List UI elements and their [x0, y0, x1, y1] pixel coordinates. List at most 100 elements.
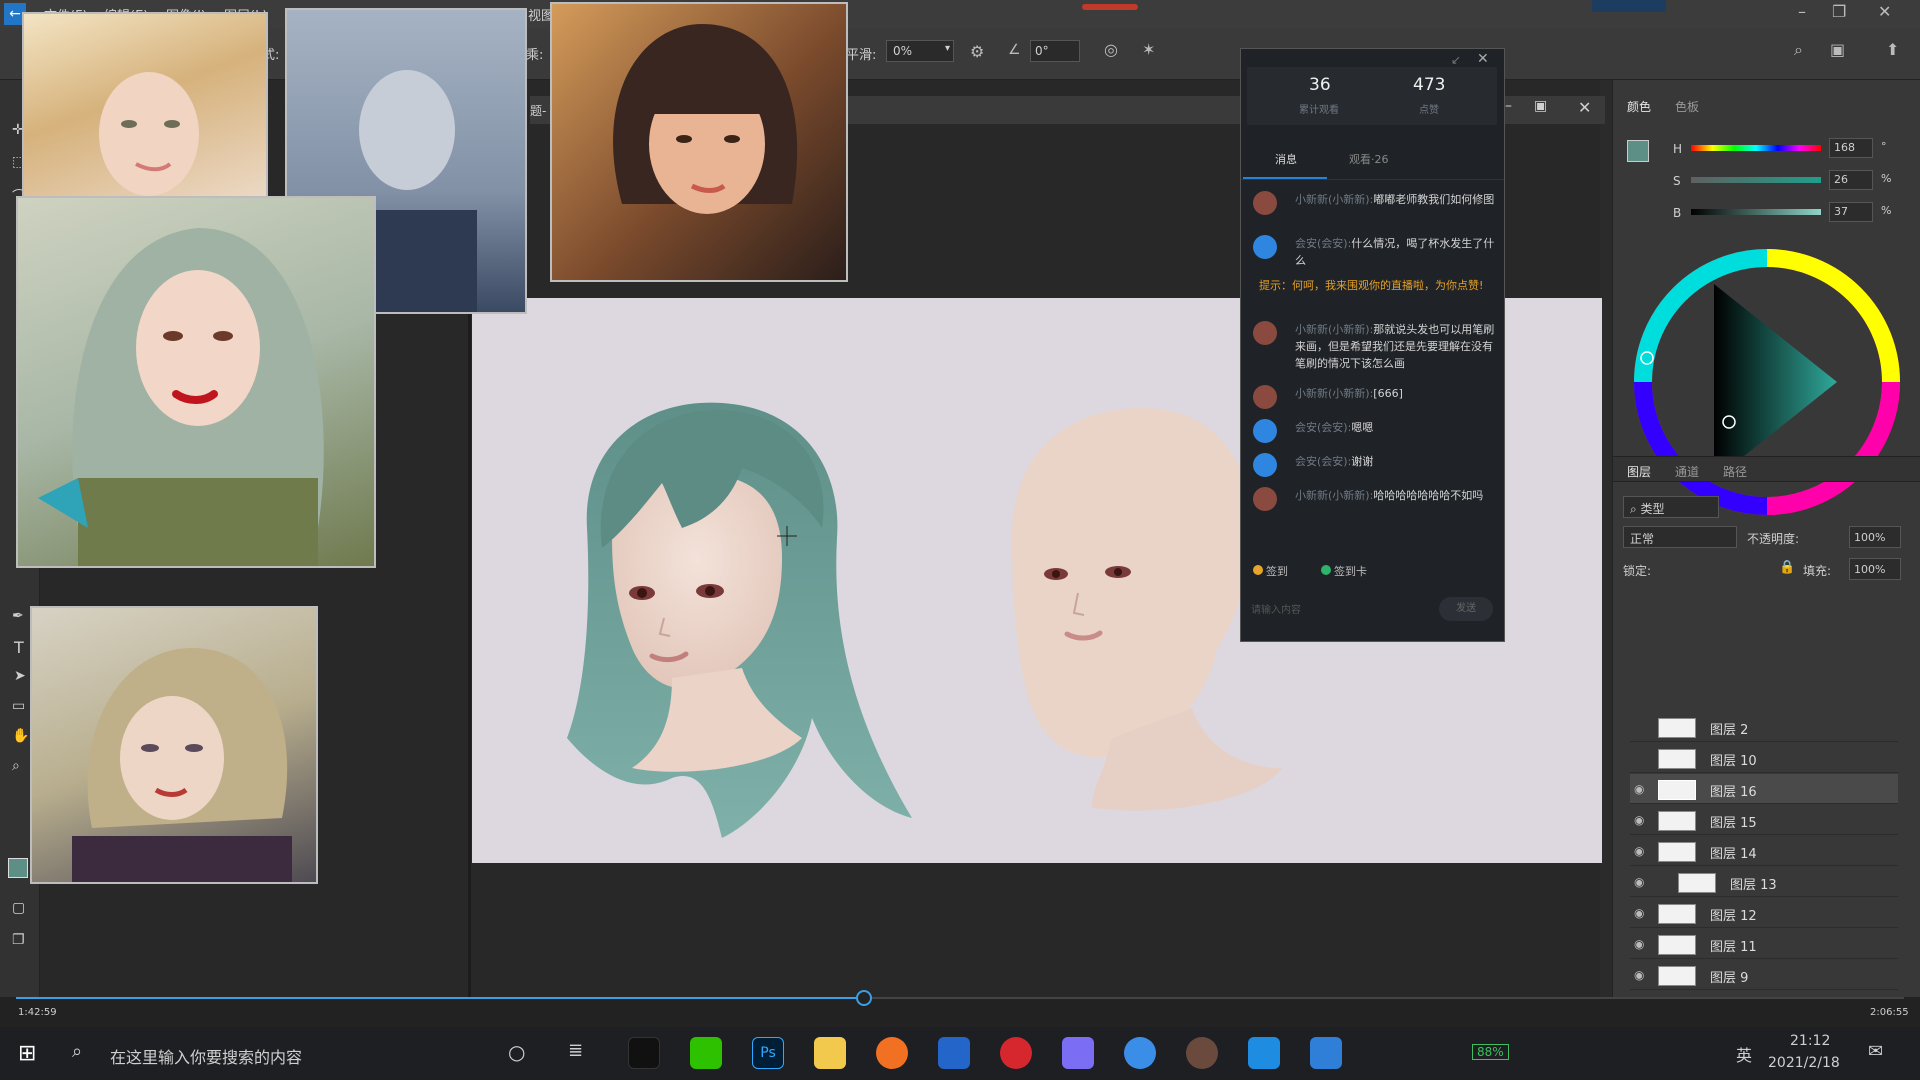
battery-indicator: 88%: [1472, 1044, 1509, 1060]
signin-label: 签到: [1266, 565, 1288, 578]
quickmask-icon[interactable]: ▢: [12, 900, 25, 916]
shape-tool-icon[interactable]: ▭: [12, 698, 25, 714]
qq-app-icon[interactable]: [628, 1037, 660, 1069]
music-app-icon[interactable]: [1000, 1037, 1032, 1069]
stats-box: 36 累计观看 473 点赞: [1247, 67, 1497, 125]
blend-mode-select[interactable]: 正常: [1623, 526, 1737, 548]
chevron-down-icon[interactable]: ▾: [945, 43, 950, 54]
visibility-icon[interactable]: ◉: [1634, 906, 1644, 920]
sender-name: 小新新(小新新):: [1295, 489, 1374, 502]
lock-icon[interactable]: 🔒: [1779, 560, 1795, 575]
notification-icon[interactable]: ✉: [1868, 1041, 1883, 1062]
s-unit: %: [1881, 172, 1892, 185]
tab-channels[interactable]: 通道: [1675, 463, 1699, 480]
pressure-icon[interactable]: ◎: [1104, 40, 1118, 59]
doc-minimize-icon[interactable]: –: [1505, 98, 1512, 114]
sender-name: 会安(会安):: [1295, 455, 1352, 468]
video-app-icon[interactable]: [1248, 1037, 1280, 1069]
reference-photo-ash-blonde-art: [72, 648, 292, 882]
visibility-icon[interactable]: ◉: [1634, 968, 1644, 982]
b-slider[interactable]: [1691, 209, 1821, 215]
search-icon[interactable]: ⌕: [1794, 40, 1803, 60]
message-app-icon[interactable]: [1124, 1037, 1156, 1069]
tab-swatches[interactable]: 色板: [1675, 98, 1699, 115]
visibility-icon[interactable]: ◉: [1634, 844, 1644, 858]
file-explorer-icon[interactable]: [814, 1037, 846, 1069]
windows-start-icon[interactable]: ⊞: [18, 1041, 36, 1066]
zoom-tool-icon[interactable]: ⌕: [12, 758, 20, 774]
reference-photo-blonde[interactable]: [22, 12, 268, 202]
workspace-icon[interactable]: ▣: [1830, 40, 1845, 59]
share-icon[interactable]: ⬆: [1886, 40, 1899, 59]
fg-color-chip[interactable]: [1627, 140, 1649, 162]
symmetry-icon[interactable]: ✶: [1142, 40, 1155, 59]
fill-field[interactable]: 100%: [1849, 558, 1901, 580]
doc-close-icon[interactable]: ✕: [1578, 98, 1591, 117]
layer-row[interactable]: 图层 10: [1630, 743, 1898, 773]
tab-messages[interactable]: 消息: [1275, 151, 1297, 167]
browser-app-icon[interactable]: [876, 1037, 908, 1069]
layer-thumbnail: [1658, 780, 1696, 800]
screen-mode-icon[interactable]: ❐: [12, 932, 25, 948]
signin-button[interactable]: 签到: [1253, 563, 1288, 579]
cortana-icon[interactable]: ○: [508, 1040, 525, 1064]
task-view-icon[interactable]: ≣: [568, 1040, 583, 1061]
office-app-icon[interactable]: [1062, 1037, 1094, 1069]
layer-row[interactable]: ◉ 图层 11: [1630, 929, 1898, 959]
minimize-icon[interactable]: –: [1798, 2, 1806, 21]
opacity-field[interactable]: 100%: [1849, 526, 1901, 548]
s-value-field[interactable]: 26: [1829, 170, 1873, 190]
progress-handle[interactable]: [855, 990, 872, 1006]
ime-indicator[interactable]: 英: [1736, 1042, 1752, 1066]
layer-row[interactable]: ◉ 图层 14: [1630, 836, 1898, 866]
layer-row[interactable]: ◉ 图层 13: [1630, 867, 1898, 897]
path-select-icon[interactable]: ➤: [14, 668, 26, 684]
reference-photo-ash-blonde[interactable]: [30, 606, 318, 884]
s-slider[interactable]: [1691, 177, 1821, 183]
type-tool-icon[interactable]: T: [14, 638, 24, 657]
gear-icon[interactable]: ⚙: [970, 42, 984, 61]
layer-row-selected[interactable]: ◉ 图层 16: [1630, 774, 1898, 804]
tab-layers[interactable]: 图层: [1627, 463, 1651, 480]
tab-paths[interactable]: 路径: [1723, 463, 1747, 480]
layer-row[interactable]: 图层 2: [1630, 712, 1898, 742]
b-value-field[interactable]: 37: [1829, 202, 1873, 222]
taskbar-search-icon[interactable]: ⌕: [72, 1041, 82, 1062]
doc-maximize-icon[interactable]: ▣: [1534, 98, 1547, 114]
angle-field[interactable]: 0°: [1030, 40, 1080, 62]
layer-row[interactable]: ◉ 图层 12: [1630, 898, 1898, 928]
visibility-icon[interactable]: ◉: [1634, 937, 1644, 951]
visibility-icon[interactable]: ◉: [1634, 875, 1644, 889]
coin-icon: [1253, 565, 1263, 575]
pen-tool-icon[interactable]: ✒: [12, 608, 24, 624]
hand-tool-icon[interactable]: ✋: [12, 728, 29, 744]
foreground-color-swatch[interactable]: [8, 858, 28, 878]
filter-search-icon: ⌕: [1630, 502, 1641, 516]
close-icon[interactable]: ✕: [1878, 2, 1891, 21]
layer-row[interactable]: ◉ 图层 15: [1630, 805, 1898, 835]
gift-button[interactable]: 签到卡: [1321, 563, 1367, 579]
visibility-icon[interactable]: ◉: [1634, 813, 1644, 827]
security-app-icon[interactable]: [938, 1037, 970, 1069]
tab-color[interactable]: 颜色: [1627, 98, 1651, 115]
layer-kind-filter[interactable]: ⌕ 类型: [1623, 496, 1719, 518]
layer-name: 图层 11: [1710, 940, 1757, 955]
sai-app-icon[interactable]: [1310, 1037, 1342, 1069]
photoshop-app-icon[interactable]: Ps: [752, 1037, 784, 1069]
restore-icon[interactable]: ❐: [1832, 2, 1846, 21]
h-value-field[interactable]: 168: [1829, 138, 1873, 158]
layer-row[interactable]: ◉ 图层 9: [1630, 960, 1898, 990]
chat-close-icon[interactable]: ✕: [1477, 51, 1489, 67]
h-slider[interactable]: [1691, 145, 1821, 151]
tab-viewers[interactable]: 观看·26: [1349, 151, 1389, 167]
chat-input[interactable]: 请输入内容: [1251, 601, 1401, 621]
taskbar-search-input[interactable]: 在这里输入你要搜索的内容: [110, 1044, 302, 1068]
shrink-icon[interactable]: ↙: [1451, 53, 1461, 67]
wechat-app-icon[interactable]: [690, 1037, 722, 1069]
send-button[interactable]: 发送: [1439, 597, 1493, 621]
smoothing-field[interactable]: 0% ▾: [886, 40, 954, 62]
reference-photo-bangs[interactable]: [550, 2, 848, 282]
visibility-icon[interactable]: ◉: [1634, 782, 1644, 796]
profile-app-icon[interactable]: [1186, 1037, 1218, 1069]
reference-photo-green-hair[interactable]: [16, 196, 376, 568]
